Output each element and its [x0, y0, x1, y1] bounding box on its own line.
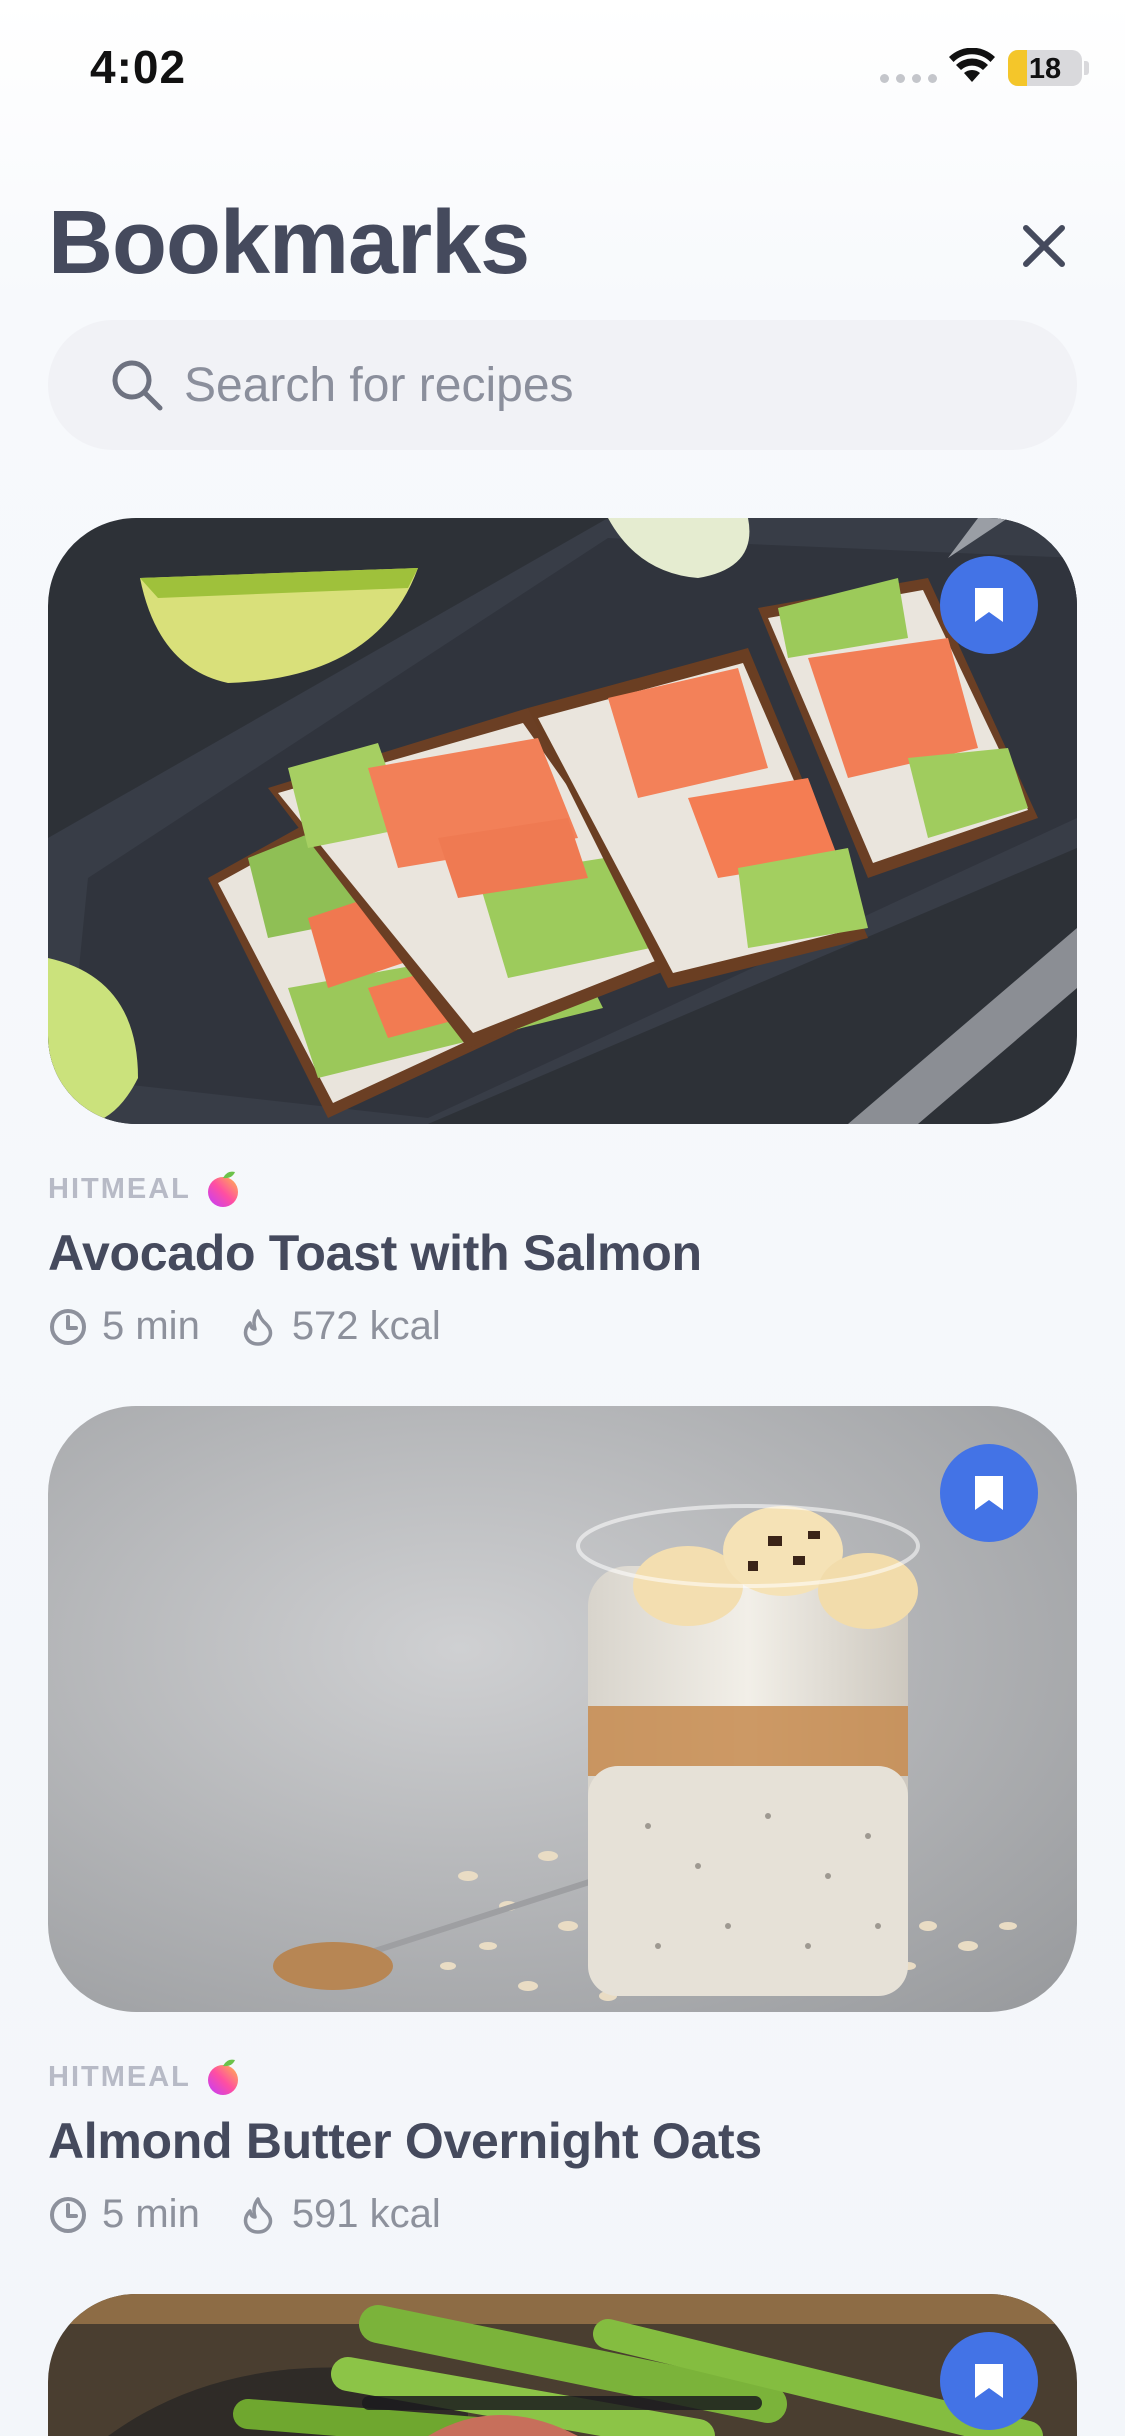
prep-time: 5 min: [48, 1304, 200, 1349]
recipe-meta: 5 min 572 kcal: [48, 1304, 1077, 1349]
battery-icon: 18: [1008, 50, 1082, 86]
clock-icon: [50, 1308, 86, 1345]
clock-icon: [50, 2196, 86, 2233]
status-bar: 4:02 18: [0, 0, 1125, 140]
recipe-card-overnight-oats[interactable]: HITMEAL Almond Butter Overnight Oats 5 m…: [48, 1406, 1077, 2237]
source-label: HITMEAL: [48, 1172, 191, 1205]
recipe-image: [48, 2294, 1077, 2436]
prep-time: 5 min: [48, 2192, 200, 2237]
bookmark-icon: [975, 1476, 1003, 1510]
search-input[interactable]: [184, 357, 1034, 413]
bookmark-button[interactable]: [940, 2332, 1038, 2430]
cellular-signal-icon: [880, 74, 937, 83]
recipe-source: HITMEAL: [48, 1168, 1077, 1210]
flame-icon: [243, 1308, 273, 1346]
calories: 572 kcal: [238, 1304, 441, 1349]
recipe-card-avocado-toast[interactable]: HITMEAL Avocado Toast with Salmon 5 min …: [48, 518, 1077, 1349]
recipe-source: HITMEAL: [48, 2056, 1077, 2098]
battery-cap: [1084, 61, 1089, 75]
recipe-title: Avocado Toast with Salmon: [48, 1225, 702, 1281]
bookmark-button[interactable]: [940, 1444, 1038, 1542]
source-label: HITMEAL: [48, 2060, 191, 2093]
recipe-image: [48, 518, 1077, 1124]
bookmark-button[interactable]: [940, 556, 1038, 654]
home-indicator[interactable]: [362, 2396, 762, 2410]
page-title: Bookmarks: [48, 193, 530, 293]
search-bar[interactable]: [48, 320, 1077, 450]
hitmeal-logo-icon: [207, 2059, 238, 2095]
prep-time-value: 5 min: [102, 1304, 200, 1348]
recipe-title: Almond Butter Overnight Oats: [48, 2113, 762, 2169]
bookmark-icon: [975, 2364, 1003, 2398]
battery-level: 18: [1028, 53, 1062, 85]
close-button[interactable]: [1010, 212, 1078, 280]
search-icon: [112, 360, 163, 411]
bookmark-icon: [975, 588, 1003, 622]
calories-value: 572 kcal: [291, 1304, 441, 1348]
recipe-meta: 5 min 591 kcal: [48, 2192, 1077, 2237]
status-time: 4:02: [90, 41, 187, 93]
hitmeal-logo-icon: [207, 1171, 238, 1207]
recipe-card-partial[interactable]: [48, 2294, 1077, 2436]
flame-icon: [243, 2196, 273, 2234]
wifi-icon: [949, 48, 995, 82]
recipe-image: [48, 1406, 1077, 2012]
calories-value: 591 kcal: [291, 2192, 441, 2236]
calories: 591 kcal: [238, 2192, 441, 2237]
close-icon: [1023, 225, 1065, 267]
prep-time-value: 5 min: [102, 2192, 200, 2236]
